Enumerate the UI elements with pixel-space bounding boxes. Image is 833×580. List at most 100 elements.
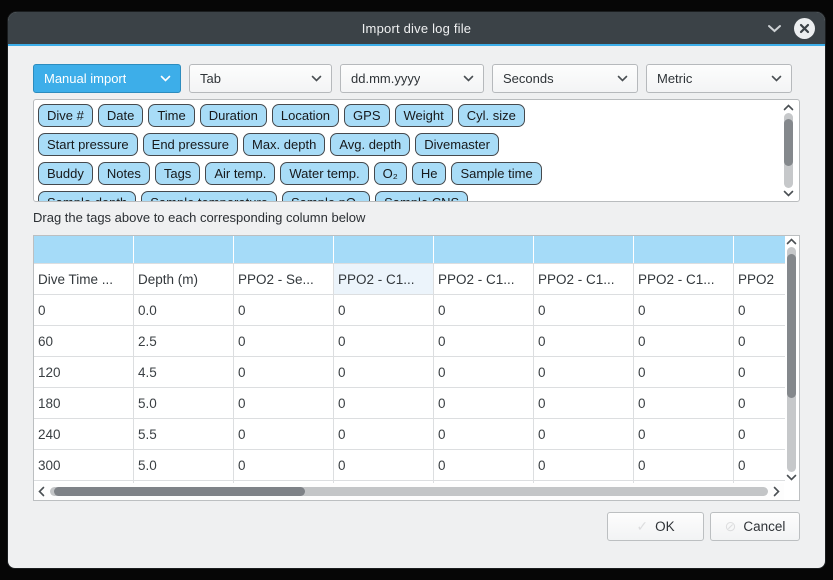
units-system-select[interactable]: Metric — [646, 64, 792, 93]
tag-divemaster[interactable]: Divemaster — [415, 133, 499, 156]
table-cell: 0 — [434, 295, 534, 325]
column-header[interactable]: Dive Time ... — [34, 264, 134, 294]
column-header[interactable]: PPO2 - C1... — [534, 264, 634, 294]
titlebar: Import dive log file — [8, 12, 825, 44]
table-cell: 0 — [234, 295, 334, 325]
table-hscroll-track[interactable] — [50, 487, 768, 496]
tag-end-pressure[interactable]: End pressure — [143, 133, 238, 156]
header-row: Dive Time ...Depth (m)PPO2 - Se...PPO2 -… — [34, 264, 785, 295]
tag-weight[interactable]: Weight — [395, 104, 453, 127]
dropzone-cell[interactable] — [134, 236, 234, 263]
table-cell: 0 — [734, 326, 785, 356]
cancel-button[interactable]: ⊘ Cancel — [710, 512, 800, 541]
ok-button[interactable]: ✓ OK — [607, 512, 704, 541]
dialog-title: Import dive log file — [362, 21, 472, 36]
tag-sample-cns[interactable]: Sample CNS — [375, 191, 468, 202]
tag-cyl-size[interactable]: Cyl. size — [458, 104, 525, 127]
tag-sample-depth[interactable]: Sample depth — [38, 191, 136, 202]
scroll-up-icon[interactable] — [786, 238, 797, 245]
table-cell: 0 — [534, 388, 634, 418]
table-cell: 0 — [534, 419, 634, 449]
tag-buddy[interactable]: Buddy — [38, 162, 93, 185]
table-cell: 0 — [634, 295, 734, 325]
table-cell: 0 — [234, 326, 334, 356]
table-cell: 0 — [634, 388, 734, 418]
tag-tags[interactable]: Tags — [155, 162, 200, 185]
table-row: 602.5000000 — [34, 326, 785, 357]
dropzone-cell[interactable] — [734, 236, 785, 263]
combo-value: Tab — [200, 71, 221, 86]
scroll-down-icon[interactable] — [783, 190, 794, 197]
tag-row: BuddyNotesTagsAir temp.Water temp. O₂HeSa… — [38, 162, 775, 185]
table-cell: 0.0 — [134, 295, 234, 325]
tag-water-temp[interactable]: Water temp. — [280, 162, 368, 185]
table-vscroll-track[interactable] — [787, 247, 796, 472]
dropzone-cell[interactable] — [634, 236, 734, 263]
import-preview-table: Dive Time ...Depth (m)PPO2 - Se...PPO2 -… — [33, 235, 800, 501]
tag-he[interactable]: He — [412, 162, 447, 185]
table-cell: 0 — [734, 357, 785, 387]
tag-sample-temperature[interactable]: Sample temperature — [141, 191, 277, 202]
table-cell: 0 — [434, 326, 534, 356]
dropzone-cell[interactable] — [434, 236, 534, 263]
tag-max-depth[interactable]: Max. depth — [243, 133, 325, 156]
dropzone-cell[interactable] — [534, 236, 634, 263]
tag-time[interactable]: Time — [148, 104, 194, 127]
dropzone-cell[interactable] — [234, 236, 334, 263]
tags-scroll-thumb[interactable] — [784, 119, 793, 166]
column-header[interactable]: PPO2 — [734, 264, 785, 294]
combo-value: Seconds — [503, 71, 554, 86]
date-format-select[interactable]: dd.mm.yyyy — [340, 64, 484, 93]
table-cell: 0 — [434, 450, 534, 480]
table-row: 1805.0000000 — [34, 388, 785, 419]
column-header[interactable]: PPO2 - C1... — [434, 264, 534, 294]
dropzone-cell[interactable] — [334, 236, 434, 263]
tag-notes[interactable]: Notes — [98, 162, 150, 185]
tag-duration[interactable]: Duration — [200, 104, 267, 127]
column-header[interactable]: PPO2 - C1... — [334, 264, 434, 294]
table-cell: 0 — [534, 450, 634, 480]
scroll-right-icon[interactable] — [773, 486, 780, 497]
field-separator-select[interactable]: Tab — [189, 64, 332, 93]
table-row: 3005.0000000 — [34, 450, 785, 481]
table-cell: 0 — [334, 326, 434, 356]
tag-gps[interactable]: GPS — [344, 104, 389, 127]
tag-sample-po[interactable]: Sample pO₂ — [282, 191, 370, 202]
scroll-left-icon[interactable] — [38, 486, 45, 497]
tag-dive[interactable]: Dive # — [38, 104, 93, 127]
column-header[interactable]: Depth (m) — [134, 264, 234, 294]
table-cell: 0 — [334, 388, 434, 418]
table-cell: 0 — [34, 295, 134, 325]
scroll-up-icon[interactable] — [783, 104, 794, 111]
chevron-down-icon[interactable] — [766, 20, 782, 36]
tag-air-temp[interactable]: Air temp. — [205, 162, 275, 185]
tag-start-pressure[interactable]: Start pressure — [38, 133, 138, 156]
table-vertical-scrollbar — [785, 238, 798, 481]
time-units-select[interactable]: Seconds — [492, 64, 638, 93]
column-header[interactable]: PPO2 - C1... — [634, 264, 734, 294]
table-row: 1204.5000000 — [34, 357, 785, 388]
column-header[interactable]: PPO2 - Se... — [234, 264, 334, 294]
tag-avg-depth[interactable]: Avg. depth — [330, 133, 410, 156]
tag-o[interactable]: O₂ — [374, 162, 407, 185]
table-cell: 4.5 — [134, 357, 234, 387]
dialog-footer: ✓ OK ⊘ Cancel — [33, 512, 800, 541]
tag-date[interactable]: Date — [98, 104, 143, 127]
table-cell: 0 — [334, 357, 434, 387]
dropzone-cell[interactable] — [34, 236, 134, 263]
close-button[interactable] — [794, 18, 815, 39]
tag-sample-time[interactable]: Sample time — [451, 162, 541, 185]
scroll-down-icon[interactable] — [786, 474, 797, 481]
import-type-select[interactable]: Manual import — [33, 64, 181, 93]
table-cell: 0 — [434, 357, 534, 387]
tag-location[interactable]: Location — [272, 104, 339, 127]
table-cell: 240 — [34, 419, 134, 449]
table-hscroll-thumb[interactable] — [54, 487, 305, 496]
check-icon: ✓ — [636, 518, 648, 535]
table-vscroll-thumb[interactable] — [787, 254, 796, 398]
import-options-row: Manual import Tab dd.mm.yyyy Seconds Metric — [33, 64, 800, 93]
table-cell: 60 — [34, 326, 134, 356]
tags-scroll-track[interactable] — [784, 113, 793, 188]
dialog-content: Manual importTabdd.mm.yyyySecondsMetric … — [8, 46, 825, 541]
chevron-down-icon — [455, 75, 474, 82]
